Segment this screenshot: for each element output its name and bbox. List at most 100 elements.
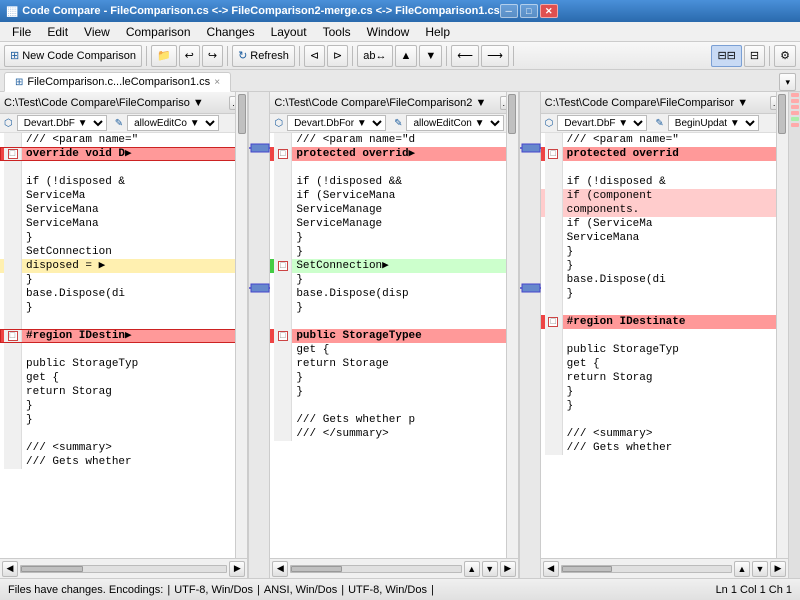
code-text-15: get { — [292, 343, 517, 357]
panel3-content-vscroll[interactable] — [776, 92, 788, 558]
menu-item-window[interactable]: Window — [359, 23, 418, 41]
line-gutter-19 — [274, 399, 292, 413]
code-line-7: ServiceMana — [541, 231, 788, 245]
panel-2-content[interactable]: /// <param name="d□ protected overrid▶ i… — [270, 133, 517, 558]
menu-item-file[interactable]: File — [4, 23, 39, 41]
code-text-14: #region IDestin▶ — [22, 329, 247, 343]
minimize-button[interactable]: ─ — [500, 4, 518, 18]
code-text-7: } — [292, 231, 517, 245]
line-gutter-6 — [545, 217, 563, 231]
menu-item-view[interactable]: View — [76, 23, 118, 41]
panel-3-nav-up[interactable]: ▲ — [734, 561, 750, 577]
code-line-3: if (!disposed & — [541, 175, 788, 189]
panel-3-nav-down[interactable]: ▼ — [752, 561, 768, 577]
code-line-5: ServiceManage — [270, 203, 517, 217]
toolbar-btn-7[interactable]: ▲ — [395, 45, 418, 67]
panel-3-scroll-left[interactable]: ◀ — [543, 561, 559, 577]
line-gutter-15 — [545, 343, 563, 357]
code-text-5: ServiceManage — [292, 203, 517, 217]
close-button[interactable]: ✕ — [540, 4, 558, 18]
toolbar-btn-1[interactable]: 📁 — [151, 45, 177, 67]
refresh-button[interactable]: ↻ Refresh — [232, 45, 295, 67]
code-line-19: } — [0, 399, 247, 413]
separator-4 — [352, 46, 353, 66]
panel-2-dropdown-2[interactable]: allowEditCon ▼ — [406, 115, 504, 131]
code-text-8: } — [563, 245, 788, 259]
code-line-0: /// <param name=" — [0, 133, 247, 147]
new-comparison-button[interactable]: ⊞ New Code Comparison — [4, 45, 142, 67]
code-text-2 — [563, 161, 788, 175]
view-button[interactable]: ⊟⊟ — [711, 45, 741, 67]
panel-2-nav-up[interactable]: ▲ — [464, 561, 480, 577]
panel-3-dropdown-1[interactable]: Devart.DbF ▼ — [557, 115, 647, 131]
line-gutter-14: □ — [274, 329, 292, 343]
code-line-11: } — [541, 287, 788, 301]
toolbar-btn-4[interactable]: ⊲ — [304, 45, 325, 67]
title-text: Code Compare - FileComparison.cs <-> Fil… — [22, 5, 499, 17]
layout-button[interactable]: ⊟ — [744, 45, 765, 67]
code-text-20: } — [22, 413, 247, 427]
toolbar-btn-3[interactable]: ↪ — [202, 45, 223, 67]
panel-2-scroll-left[interactable]: ◀ — [272, 561, 288, 577]
menu-item-changes[interactable]: Changes — [199, 23, 263, 41]
code-text-13 — [292, 315, 517, 329]
code-text-20: /// Gets whether p — [292, 413, 517, 427]
menu-item-comparison[interactable]: Comparison — [118, 23, 199, 41]
status-encoding-2: ANSI, Win/Dos — [264, 584, 337, 596]
panel-2-dropdown-1[interactable]: Devart.DbFor ▼ — [287, 115, 386, 131]
menu-item-help[interactable]: Help — [417, 23, 458, 41]
code-line-9: } — [541, 259, 788, 273]
panel2-content-vscroll[interactable] — [506, 92, 518, 558]
toolbar-btn-5[interactable]: ⊳ — [327, 45, 348, 67]
panel-1-toolbar: ⬡ Devart.DbF ▼ ✎ allowEditCo ▼ — [0, 114, 247, 133]
panel-1-scroll-right[interactable]: ▶ — [229, 561, 245, 577]
code-text-7: } — [22, 231, 247, 245]
code-line-12: } — [270, 301, 517, 315]
panel1-content-vscroll[interactable] — [235, 92, 247, 558]
line-gutter-8 — [4, 245, 22, 259]
undo-icon: ↩ — [185, 49, 194, 62]
margin-mark-4 — [791, 111, 799, 115]
panel-3-scroll-right[interactable]: ▶ — [770, 561, 786, 577]
maximize-button[interactable]: □ — [520, 4, 538, 18]
tab-close-button[interactable]: × — [214, 77, 220, 88]
toolbar-btn-6[interactable]: ab↔ — [357, 45, 392, 67]
tab-icon: ⊞ — [15, 77, 23, 88]
code-line-21: /// <summary> — [541, 427, 788, 441]
panel-1-dropdown-1[interactable]: Devart.DbF ▼ — [17, 115, 107, 131]
next-icon: ⊳ — [333, 49, 342, 62]
code-line-16: get { — [541, 357, 788, 371]
line-gutter-6 — [4, 217, 22, 231]
code-text-16: return Storage — [292, 357, 517, 371]
panel-3-content[interactable]: /// <param name="□ protected overrid if … — [541, 133, 788, 558]
main-area: C:\Test\Code Compare\FileCompariso ▼ … ⬡… — [0, 92, 800, 578]
panel-3-dropdown-2[interactable]: BeginUpdat ▼ — [668, 115, 759, 131]
panel-1-dropdown-2[interactable]: allowEditCo ▼ — [127, 115, 219, 131]
margin-mark-2 — [791, 99, 799, 103]
code-line-18: return Storag — [0, 385, 247, 399]
panel-2-scroll-right[interactable]: ▶ — [500, 561, 516, 577]
redo-icon: ↪ — [208, 49, 217, 62]
toolbar-btn-2[interactable]: ↩ — [179, 45, 200, 67]
toolbar-btn-8[interactable]: ▼ — [419, 45, 442, 67]
settings-button[interactable]: ⚙ — [774, 45, 796, 67]
code-text-4: if (ServiceMana — [292, 189, 517, 203]
panels-wrapper: C:\Test\Code Compare\FileCompariso ▼ … ⬡… — [0, 92, 800, 578]
menu-item-edit[interactable]: Edit — [39, 23, 76, 41]
panel-1-scroll-left[interactable]: ◀ — [2, 561, 18, 577]
code-line-4: ServiceMa — [0, 189, 247, 203]
line-gutter-9 — [4, 259, 22, 273]
panel-1-content[interactable]: /// <param name="□ override void D▶ if (… — [0, 133, 247, 558]
toolbar-btn-10[interactable]: ⟶ — [481, 45, 509, 67]
menu-item-layout[interactable]: Layout — [263, 23, 315, 41]
toolbar-btn-9[interactable]: ⟵ — [451, 45, 479, 67]
file-comparison-tab[interactable]: ⊞ FileComparison.c...leComparison1.cs × — [4, 72, 231, 92]
code-text-23: /// Gets whether — [22, 455, 247, 469]
panel-1-bottom-nav: ◀ ▶ — [0, 558, 247, 578]
panel-2-nav-down[interactable]: ▼ — [482, 561, 498, 577]
tab-scroll-button[interactable]: ▾ — [779, 73, 796, 91]
separator-5 — [446, 46, 447, 66]
menu-item-tools[interactable]: Tools — [315, 23, 359, 41]
code-text-22: /// Gets whether — [563, 441, 788, 455]
line-gutter-12 — [545, 301, 563, 315]
